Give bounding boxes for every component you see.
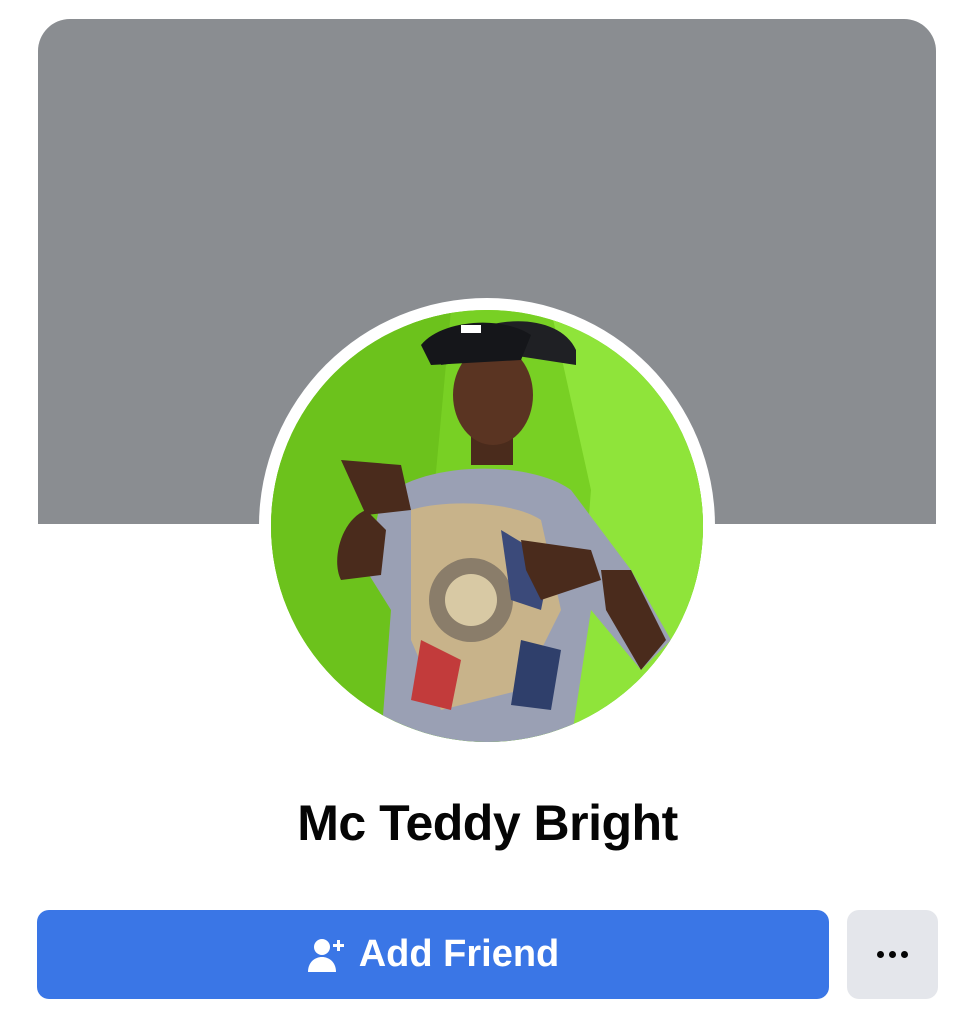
add-person-icon <box>307 936 345 974</box>
ellipsis-icon <box>877 951 908 958</box>
more-options-button[interactable] <box>847 910 938 999</box>
add-friend-label: Add Friend <box>358 933 560 975</box>
profile-picture[interactable] <box>271 310 703 742</box>
add-friend-button[interactable]: Add Friend <box>37 910 829 999</box>
profile-photo-illustration <box>271 310 703 742</box>
profile-name: Mc Teddy Bright <box>297 795 678 851</box>
